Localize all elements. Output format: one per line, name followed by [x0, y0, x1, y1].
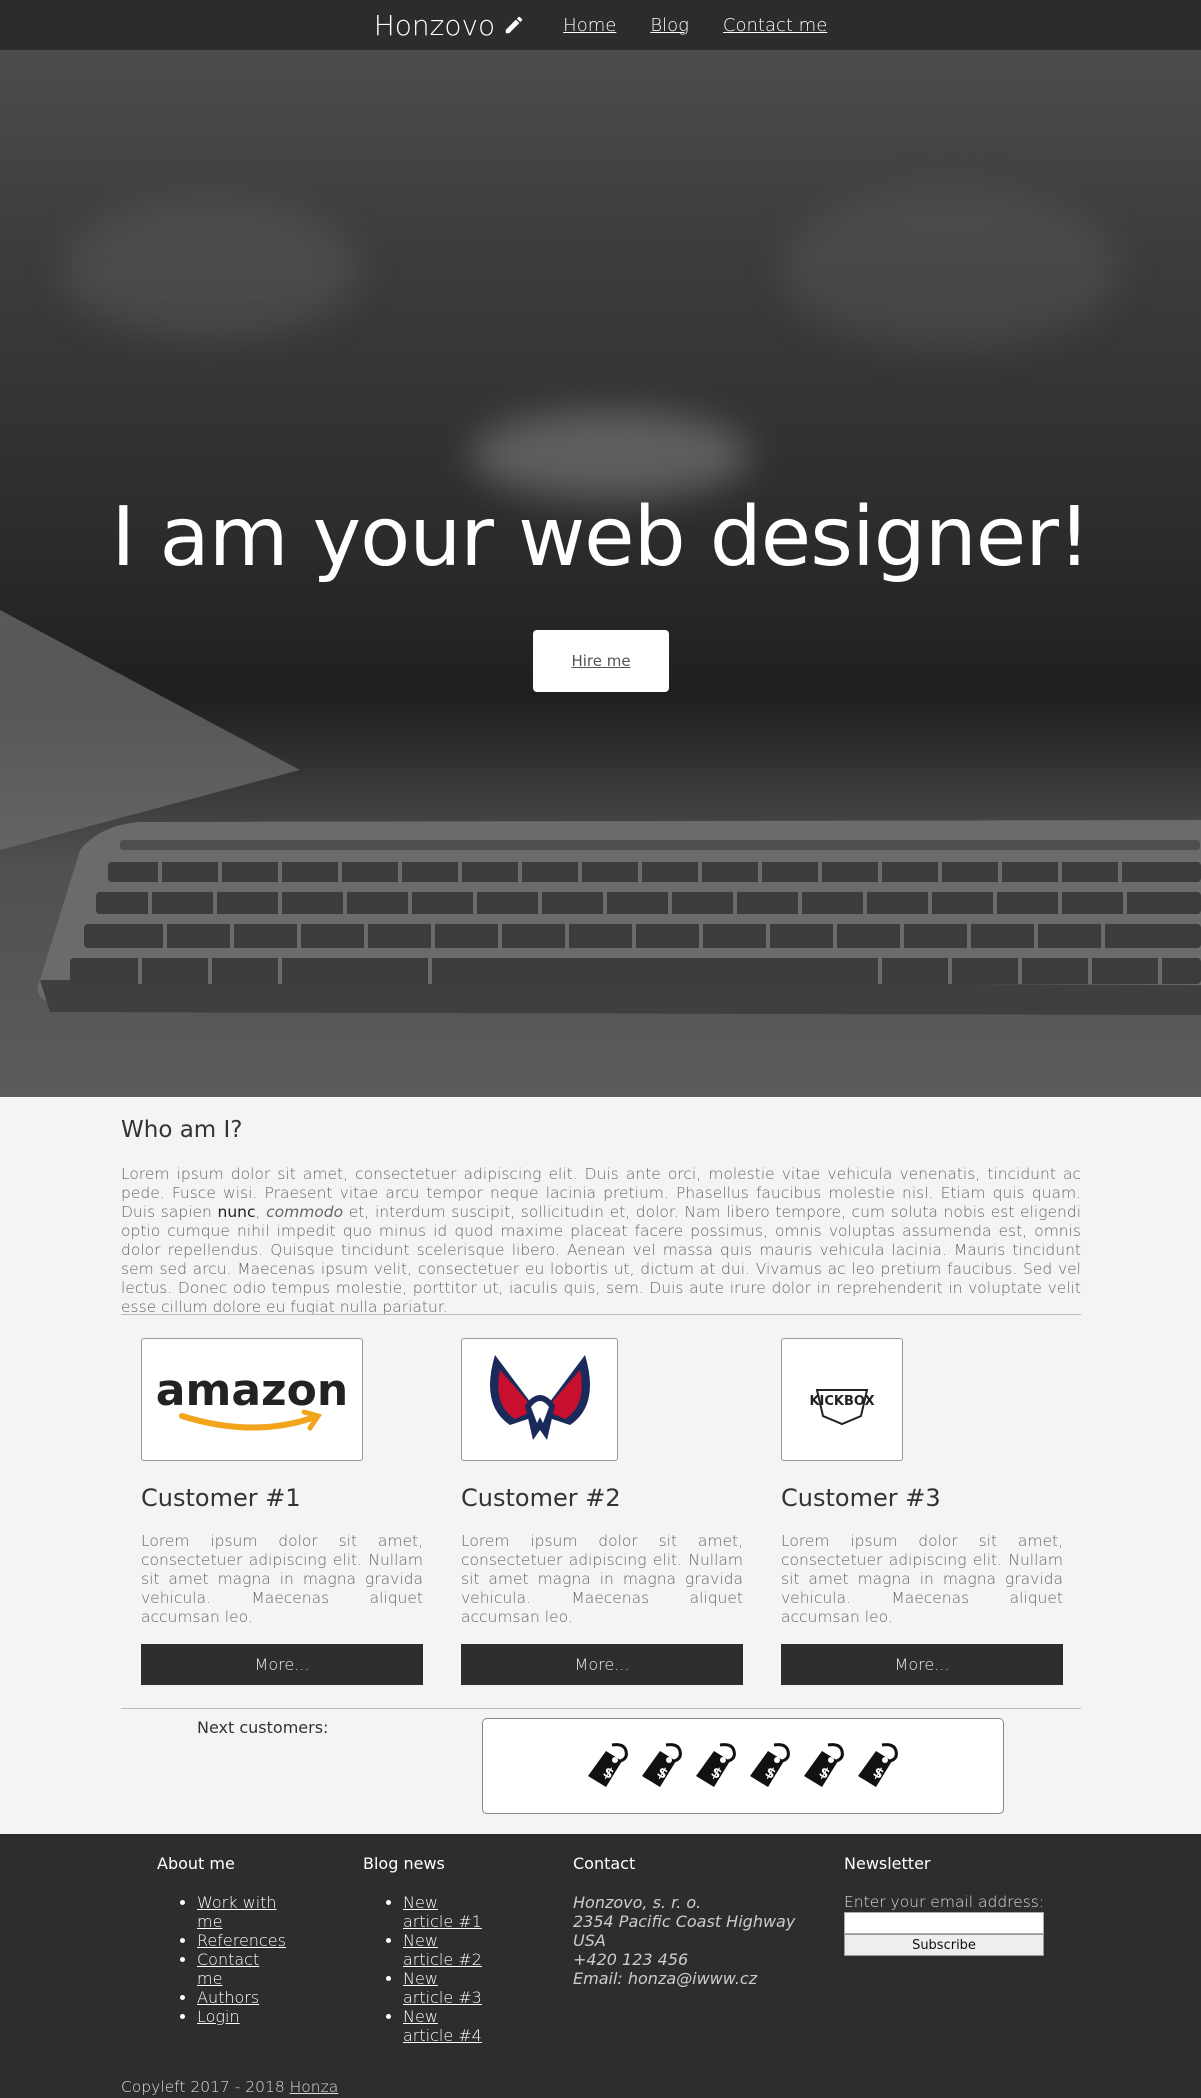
footer-link[interactable]: Login	[197, 2007, 287, 2026]
price-tag-icon: $	[750, 1743, 790, 1787]
brand-name: Honzovo	[373, 8, 496, 42]
price-tag-icon: $	[696, 1743, 736, 1787]
customer-card-3: KICKBOX Customer #3 Lorem ipsum dolor si…	[781, 1338, 1063, 1685]
footer-link[interactable]: References	[197, 1931, 287, 1950]
pencil-icon	[505, 16, 523, 34]
footer-link[interactable]: Work with me	[197, 1893, 287, 1931]
footer-blog-title: Blog news	[363, 1854, 445, 1873]
footer-link[interactable]: New article #2	[403, 1931, 483, 1969]
customer-text: Lorem ipsum dolor sit amet, consectetuer…	[141, 1532, 423, 1626]
customer-text: Lorem ipsum dolor sit amet, consectetuer…	[781, 1532, 1063, 1626]
footer-about: About me Work with me References Contact…	[157, 1854, 307, 2026]
footer-link[interactable]: Authors	[197, 1988, 287, 2007]
amazon-logo: amazon	[141, 1338, 363, 1461]
next-customers-label: Next customers:	[197, 1718, 329, 1737]
more-button[interactable]: More...	[141, 1644, 423, 1685]
footer-newsletter-title: Newsletter	[844, 1854, 931, 1873]
customer-card-2: Customer #2 Lorem ipsum dolor sit amet, …	[461, 1338, 743, 1685]
contact-address: Honzovo, s. r. o. 2354 Pacific Coast Hig…	[573, 1893, 796, 1988]
top-navigation-bar: Honzovo Home Blog Contact me	[0, 0, 1201, 50]
about-title: Who am I?	[121, 1117, 243, 1143]
kickbox-logo: KICKBOX	[781, 1338, 903, 1461]
newsletter-label: Enter your email address:	[844, 1893, 1045, 1911]
interdum-link[interactable]: interdum	[375, 1203, 446, 1221]
footer-link[interactable]: New article #1	[403, 1893, 483, 1931]
amazon-logo-text: amazon	[156, 1365, 348, 1416]
price-tag-icon: $	[804, 1743, 844, 1787]
price-tag-icon: $	[858, 1743, 898, 1787]
eagle-wings-logo	[461, 1338, 618, 1461]
about-section: Who am I? Lorem ipsum dolor sit amet, co…	[121, 1097, 1081, 1317]
footer-link[interactable]: New article #3	[403, 1969, 483, 2007]
footer-newsletter: Newsletter Enter your email address: Sub…	[844, 1854, 1074, 1956]
nav-home[interactable]: Home	[563, 15, 616, 36]
footer-link[interactable]: Contact me	[197, 1950, 287, 1988]
customer-text: Lorem ipsum dolor sit amet, consectetuer…	[461, 1532, 743, 1626]
nav-blog[interactable]: Blog	[650, 15, 689, 36]
hire-me-button[interactable]: Hire me	[533, 630, 669, 692]
customer-title: Customer #1	[141, 1484, 301, 1512]
customer-title: Customer #3	[781, 1484, 941, 1512]
about-text: Lorem ipsum dolor sit amet, consectetuer…	[121, 1165, 1082, 1316]
customer-title: Customer #2	[461, 1484, 621, 1512]
footer-contact-title: Contact	[573, 1854, 636, 1873]
newsletter-email-input[interactable]	[844, 1912, 1044, 1934]
next-customers-box: $ $ $ $ $ $	[482, 1718, 1004, 1814]
email-link[interactable]: honza@iwww.cz	[628, 1969, 757, 1988]
nav-contact-me[interactable]: Contact me	[723, 15, 827, 36]
footer: About me Work with me References Contact…	[0, 1834, 1201, 2098]
copyright: Copyleft 2017 - 2018 Honza	[121, 2078, 339, 2096]
copyright-link[interactable]: Honza	[290, 2078, 339, 2096]
price-tag-icon: $	[588, 1743, 628, 1787]
hero-title: I am your web designer!	[111, 490, 1091, 585]
footer-about-title: About me	[157, 1854, 235, 1873]
more-button[interactable]: More...	[781, 1644, 1063, 1685]
divider	[121, 1314, 1081, 1315]
more-button[interactable]: More...	[461, 1644, 743, 1685]
kickbox-logo-text: KICKBOX	[809, 1394, 874, 1409]
subscribe-button[interactable]: Subscribe	[844, 1934, 1044, 1956]
hero-banner: I am your web designer! Hire me	[0, 50, 1201, 1097]
footer-blog: Blog news New article #1 New article #2 …	[363, 1854, 513, 2045]
footer-link[interactable]: New article #4	[403, 2007, 483, 2045]
price-tag-icon: $	[642, 1743, 682, 1787]
customer-card-1: amazon Customer #1 Lorem ipsum dolor sit…	[141, 1338, 423, 1685]
footer-contact: Contact Honzovo, s. r. o. 2354 Pacific C…	[573, 1854, 803, 1988]
brand[interactable]: Honzovo	[374, 9, 525, 42]
divider	[121, 1708, 1081, 1709]
